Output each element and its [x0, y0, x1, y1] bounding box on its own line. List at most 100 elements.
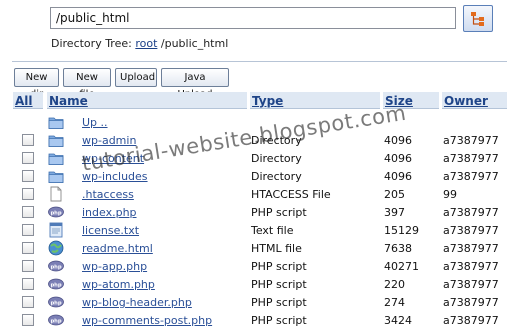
row-checkbox[interactable] — [22, 314, 34, 326]
file-size: 40271 — [384, 260, 419, 273]
text-file-icon — [48, 222, 64, 238]
row-checkbox[interactable] — [22, 206, 34, 218]
file-name-link[interactable]: wp-content — [82, 152, 144, 165]
file-row[interactable]: php wp-app.php PHP script 40271 a7387977 — [0, 257, 507, 275]
file-owner: 99 — [443, 188, 457, 201]
html-globe-icon — [48, 240, 64, 256]
file-type: PHP script — [251, 314, 307, 327]
file-row[interactable]: wp-content Directory 4096 a7387977 — [0, 149, 507, 167]
file-type: Text file — [251, 224, 294, 237]
file-owner: a7387977 — [443, 278, 499, 291]
java-upload-button[interactable]: Java Upload — [161, 68, 229, 100]
file-row[interactable]: Up .. — [0, 113, 507, 131]
file-size: 3424 — [384, 314, 412, 327]
column-header-type[interactable]: Type — [252, 94, 283, 108]
svg-text:php: php — [50, 318, 61, 324]
file-type: HTML file — [251, 242, 302, 255]
row-checkbox[interactable] — [22, 188, 34, 200]
new-file-button[interactable]: New file — [63, 68, 111, 100]
file-name-link[interactable]: wp-admin — [82, 134, 136, 147]
file-owner: a7387977 — [443, 206, 499, 219]
file-name-link[interactable]: .htaccess — [82, 188, 134, 201]
file-name-link[interactable]: index.php — [82, 206, 137, 219]
column-header-size[interactable]: Size — [385, 94, 413, 108]
file-type: Directory — [251, 170, 302, 183]
upload-button[interactable]: Upload — [115, 68, 157, 87]
file-size: 397 — [384, 206, 405, 219]
file-size: 205 — [384, 188, 405, 201]
column-header-name[interactable]: Name — [49, 94, 88, 108]
file-row[interactable]: wp-admin Directory 4096 a7387977 — [0, 131, 507, 149]
file-size: 4096 — [384, 152, 412, 165]
file-owner: a7387977 — [443, 170, 499, 183]
row-checkbox[interactable] — [22, 152, 34, 164]
svg-text:php: php — [50, 300, 61, 306]
row-checkbox[interactable] — [22, 224, 34, 236]
file-row[interactable]: php wp-atom.php PHP script 220 a7387977 — [0, 275, 507, 293]
row-checkbox[interactable] — [22, 260, 34, 272]
file-owner: a7387977 — [443, 134, 499, 147]
file-type: PHP script — [251, 260, 307, 273]
file-row[interactable]: wp-includes Directory 4096 a7387977 — [0, 167, 507, 185]
file-name-link[interactable]: license.txt — [82, 224, 139, 237]
file-owner: a7387977 — [443, 224, 499, 237]
file-name-link[interactable]: readme.html — [82, 242, 153, 255]
file-name-link[interactable]: wp-atom.php — [82, 278, 155, 291]
tree-icon — [471, 12, 484, 26]
folder-icon — [48, 150, 64, 166]
svg-text:php: php — [50, 264, 61, 270]
php-icon: php — [48, 204, 64, 220]
file-type: PHP script — [251, 278, 307, 291]
file-row[interactable]: php wp-comments-post.php PHP script 3424 a73… — [0, 311, 507, 329]
row-checkbox[interactable] — [22, 242, 34, 254]
row-checkbox[interactable] — [22, 170, 34, 182]
php-icon: php — [48, 258, 64, 274]
file-size: 220 — [384, 278, 405, 291]
file-name-link[interactable]: Up .. — [82, 116, 108, 129]
directory-tree-button[interactable] — [463, 5, 493, 32]
file-owner: a7387977 — [443, 242, 499, 255]
file-type: PHP script — [251, 206, 307, 219]
blank-file-icon — [48, 186, 64, 202]
file-row[interactable]: php index.php PHP script 397 a7387977 — [0, 203, 507, 221]
column-header-all[interactable]: All — [15, 94, 33, 108]
file-size: 7638 — [384, 242, 412, 255]
path-input[interactable] — [50, 7, 456, 29]
directory-tree-label: Directory Tree: — [51, 37, 132, 50]
php-icon: php — [48, 276, 64, 292]
file-name-link[interactable]: wp-includes — [82, 170, 148, 183]
folder-icon — [48, 132, 64, 148]
file-name-link[interactable]: wp-app.php — [82, 260, 147, 273]
file-owner: a7387977 — [443, 152, 499, 165]
file-row[interactable]: readme.html HTML file 7638 a7387977 — [0, 239, 507, 257]
row-checkbox[interactable] — [22, 296, 34, 308]
folder-icon — [48, 168, 64, 184]
folder-icon — [48, 114, 64, 130]
new-dir-button[interactable]: New dir — [14, 68, 59, 100]
php-icon: php — [48, 312, 64, 328]
row-checkbox[interactable] — [22, 134, 34, 146]
file-row[interactable]: php wp-blog-header.php PHP script 274 a73879… — [0, 293, 507, 311]
file-type: PHP script — [251, 296, 307, 309]
file-type: Directory — [251, 134, 302, 147]
svg-text:php: php — [50, 210, 61, 216]
file-owner: a7387977 — [443, 296, 499, 309]
toolbar-divider — [12, 61, 507, 62]
file-size: 15129 — [384, 224, 419, 237]
file-row[interactable]: .htaccess HTACCESS File 205 99 — [0, 185, 507, 203]
file-type: Directory — [251, 152, 302, 165]
file-owner: a7387977 — [443, 260, 499, 273]
directory-tree-current: /public_html — [160, 37, 229, 50]
column-header-owner[interactable]: Owner — [444, 94, 488, 108]
directory-tree-line: Directory Tree: root /public_html — [51, 37, 228, 50]
file-name-link[interactable]: wp-blog-header.php — [82, 296, 192, 309]
file-size: 4096 — [384, 170, 412, 183]
row-checkbox[interactable] — [22, 278, 34, 290]
file-name-link[interactable]: wp-comments-post.php — [82, 314, 212, 327]
file-size: 4096 — [384, 134, 412, 147]
file-row[interactable]: license.txt Text file 15129 a7387977 — [0, 221, 507, 239]
svg-text:php: php — [50, 282, 61, 288]
file-size: 274 — [384, 296, 405, 309]
php-icon: php — [48, 294, 64, 310]
directory-tree-root-link[interactable]: root — [135, 37, 157, 50]
